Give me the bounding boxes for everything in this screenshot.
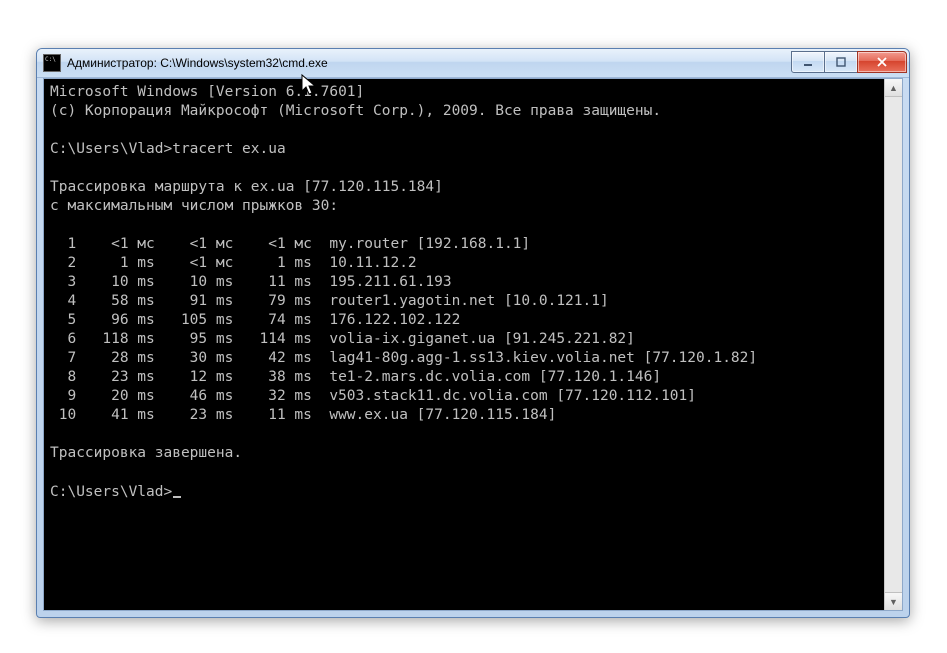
scroll-track[interactable] xyxy=(885,97,902,592)
scroll-down-button[interactable]: ▼ xyxy=(885,592,902,610)
title-prefix: Администратор: xyxy=(67,56,157,70)
close-icon xyxy=(876,57,888,67)
cmd-window: Администратор: C:\Windows\system32\cmd.e… xyxy=(36,48,910,618)
client-area: Microsoft Windows [Version 6.1.7601] (c)… xyxy=(43,78,903,611)
cmd-icon xyxy=(43,54,61,72)
minimize-icon xyxy=(803,57,813,67)
title-path: C:\Windows\system32\cmd.exe xyxy=(160,56,327,70)
vertical-scrollbar[interactable]: ▲ ▼ xyxy=(884,79,902,610)
maximize-button[interactable] xyxy=(824,51,858,73)
titlebar[interactable]: Администратор: C:\Windows\system32\cmd.e… xyxy=(37,49,909,78)
text-cursor xyxy=(173,482,181,496)
scroll-up-button[interactable]: ▲ xyxy=(885,79,902,97)
window-controls xyxy=(792,51,907,71)
close-button[interactable] xyxy=(857,51,907,73)
window-title: Администратор: C:\Windows\system32\cmd.e… xyxy=(67,56,792,70)
minimize-button[interactable] xyxy=(791,51,825,73)
maximize-icon xyxy=(836,57,846,67)
terminal-output[interactable]: Microsoft Windows [Version 6.1.7601] (c)… xyxy=(44,79,885,610)
